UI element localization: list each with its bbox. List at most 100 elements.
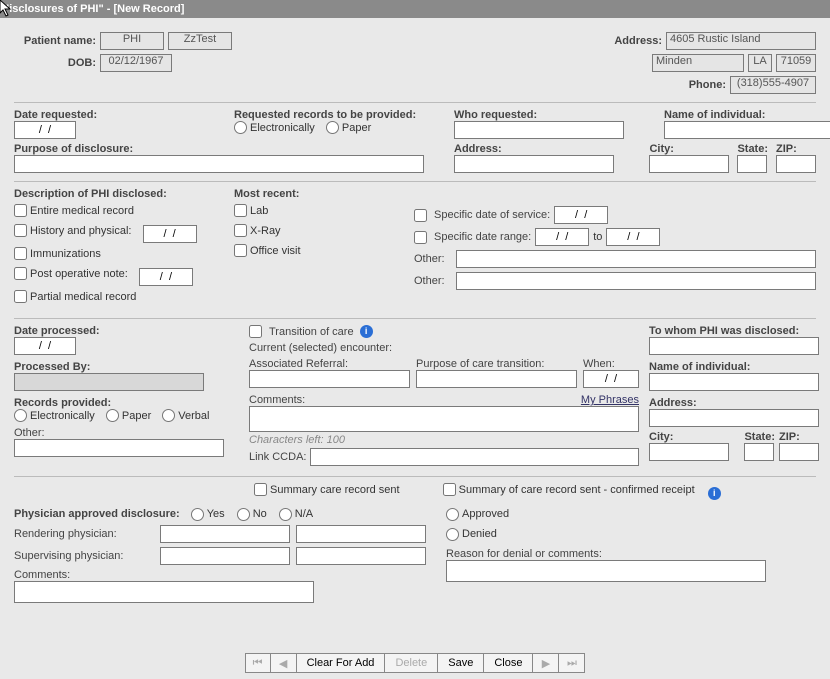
other-provided-input[interactable] [14, 439, 224, 457]
date-range-from[interactable] [535, 228, 589, 246]
label-comments-bottom: Comments: [14, 569, 426, 581]
radio-req-electronic[interactable] [234, 121, 247, 134]
radio-prov-paper[interactable] [106, 409, 119, 422]
link-ccda-input[interactable] [310, 448, 639, 466]
date-range-to[interactable] [606, 228, 660, 246]
label-lab: Lab [250, 205, 268, 217]
assoc-referral-input[interactable] [249, 370, 410, 388]
label-denial-reason: Reason for denial or comments: [446, 548, 816, 560]
disc-city-input[interactable] [649, 443, 729, 461]
label-desc-phi: Description of PHI disclosed: [14, 188, 224, 200]
denial-reason-input[interactable] [446, 560, 766, 582]
delete-button[interactable]: Delete [385, 653, 438, 673]
label-transition-care: Transition of care [269, 326, 354, 338]
radio-denied[interactable] [446, 528, 459, 541]
rendering-phys-1[interactable] [160, 525, 290, 543]
other-1-input[interactable] [456, 250, 816, 268]
name-individual-req-input[interactable] [664, 121, 830, 139]
label-who-requested: Who requested: [454, 109, 654, 121]
chk-lab[interactable] [234, 204, 247, 217]
supervising-phys-1[interactable] [160, 547, 290, 565]
label-records-provided: Records provided: [14, 397, 239, 409]
label-rendering-phys: Rendering physician: [14, 528, 154, 540]
date-requested-input[interactable] [14, 121, 76, 139]
specific-service-date-input[interactable] [554, 206, 608, 224]
label-other-provided: Other: [14, 427, 239, 439]
label-phone: Phone: [689, 79, 726, 91]
radio-approved[interactable] [446, 508, 459, 521]
chk-immunizations[interactable] [14, 247, 27, 260]
chk-specific-date-range[interactable] [414, 231, 427, 244]
chk-summary-confirmed[interactable] [443, 483, 456, 496]
who-requested-input[interactable] [454, 121, 624, 139]
comments-mid-input[interactable] [249, 406, 639, 432]
label-paper: Paper [342, 122, 371, 134]
when-input[interactable] [583, 370, 639, 388]
disc-zip-input[interactable] [779, 443, 819, 461]
chk-summary-sent[interactable] [254, 483, 267, 496]
supervising-phys-2[interactable] [296, 547, 426, 565]
close-button[interactable]: Close [484, 653, 533, 673]
radio-req-paper[interactable] [326, 121, 339, 134]
radio-prov-electronic[interactable] [14, 409, 27, 422]
label-purpose-disclosure: Purpose of disclosure: [14, 143, 444, 155]
label-entire-record: Entire medical record [30, 205, 134, 217]
label-name-individual-req: Name of individual: [664, 109, 830, 121]
req-address-input[interactable] [454, 155, 614, 173]
other-2-input[interactable] [456, 272, 816, 290]
patient-zip: 71059 [776, 54, 816, 72]
patient-state: LA [748, 54, 772, 72]
chk-office-visit[interactable] [234, 244, 247, 257]
label-patient-name: Patient name: [14, 35, 96, 47]
chk-partial-record[interactable] [14, 290, 27, 303]
purpose-disclosure-input[interactable] [14, 155, 424, 173]
to-whom-input[interactable] [649, 337, 819, 355]
nav-next-button[interactable]: ▶ [533, 653, 559, 673]
save-button[interactable]: Save [438, 653, 484, 673]
info-icon[interactable]: i [360, 325, 373, 338]
post-op-date[interactable] [139, 268, 193, 286]
nav-last-button[interactable]: ⏭ [559, 653, 585, 673]
radio-no[interactable] [237, 508, 250, 521]
name-individual-disc-input[interactable] [649, 373, 819, 391]
req-city-input[interactable] [649, 155, 729, 173]
clear-for-add-button[interactable]: Clear For Add [297, 653, 386, 673]
patient-first: PHI [100, 32, 164, 50]
label-name-individual-disc: Name of individual: [649, 361, 819, 373]
nav-first-button[interactable]: ⏮ [245, 653, 271, 673]
label-electronically: Electronically [250, 122, 315, 134]
label-address: Address: [614, 35, 662, 47]
label-purpose-transition: Purpose of care transition: [416, 358, 577, 370]
chk-specific-service-date[interactable] [414, 209, 427, 222]
disc-address-input[interactable] [649, 409, 819, 427]
rendering-phys-2[interactable] [296, 525, 426, 543]
radio-prov-verbal[interactable] [162, 409, 175, 422]
date-processed-input[interactable] [14, 337, 76, 355]
label-dob: DOB: [14, 57, 96, 69]
chk-transition-care[interactable] [249, 325, 262, 338]
label-other-2: Other: [414, 275, 452, 287]
chk-post-op[interactable] [14, 267, 27, 280]
req-state-input[interactable] [737, 155, 767, 173]
info-icon-2[interactable]: i [708, 487, 721, 500]
label-immunizations: Immunizations [30, 248, 101, 260]
req-zip-input[interactable] [776, 155, 816, 173]
chk-xray[interactable] [234, 224, 247, 237]
nav-prev-button[interactable]: ◀ [271, 653, 297, 673]
chk-history-physical[interactable] [14, 224, 27, 237]
comments-bottom-input[interactable] [14, 581, 314, 603]
label-summary-confirmed: Summary of care record sent - confirmed … [459, 484, 695, 496]
label-assoc-referral: Associated Referral: [249, 358, 410, 370]
footer-nav: ⏮ ◀ Clear For Add Delete Save Close ▶ ⏭ [0, 653, 830, 673]
patient-street: 4605 Rustic Island [666, 32, 816, 50]
disc-state-input[interactable] [744, 443, 774, 461]
history-physical-date[interactable] [143, 225, 197, 243]
chk-entire-record[interactable] [14, 204, 27, 217]
label-req-state: State: [737, 143, 768, 155]
purpose-transition-input[interactable] [416, 370, 577, 388]
link-my-phrases[interactable]: My Phrases [581, 394, 639, 406]
processed-by-input[interactable] [14, 373, 204, 391]
radio-na[interactable] [279, 508, 292, 521]
radio-yes[interactable] [191, 508, 204, 521]
label-when: When: [583, 358, 639, 370]
